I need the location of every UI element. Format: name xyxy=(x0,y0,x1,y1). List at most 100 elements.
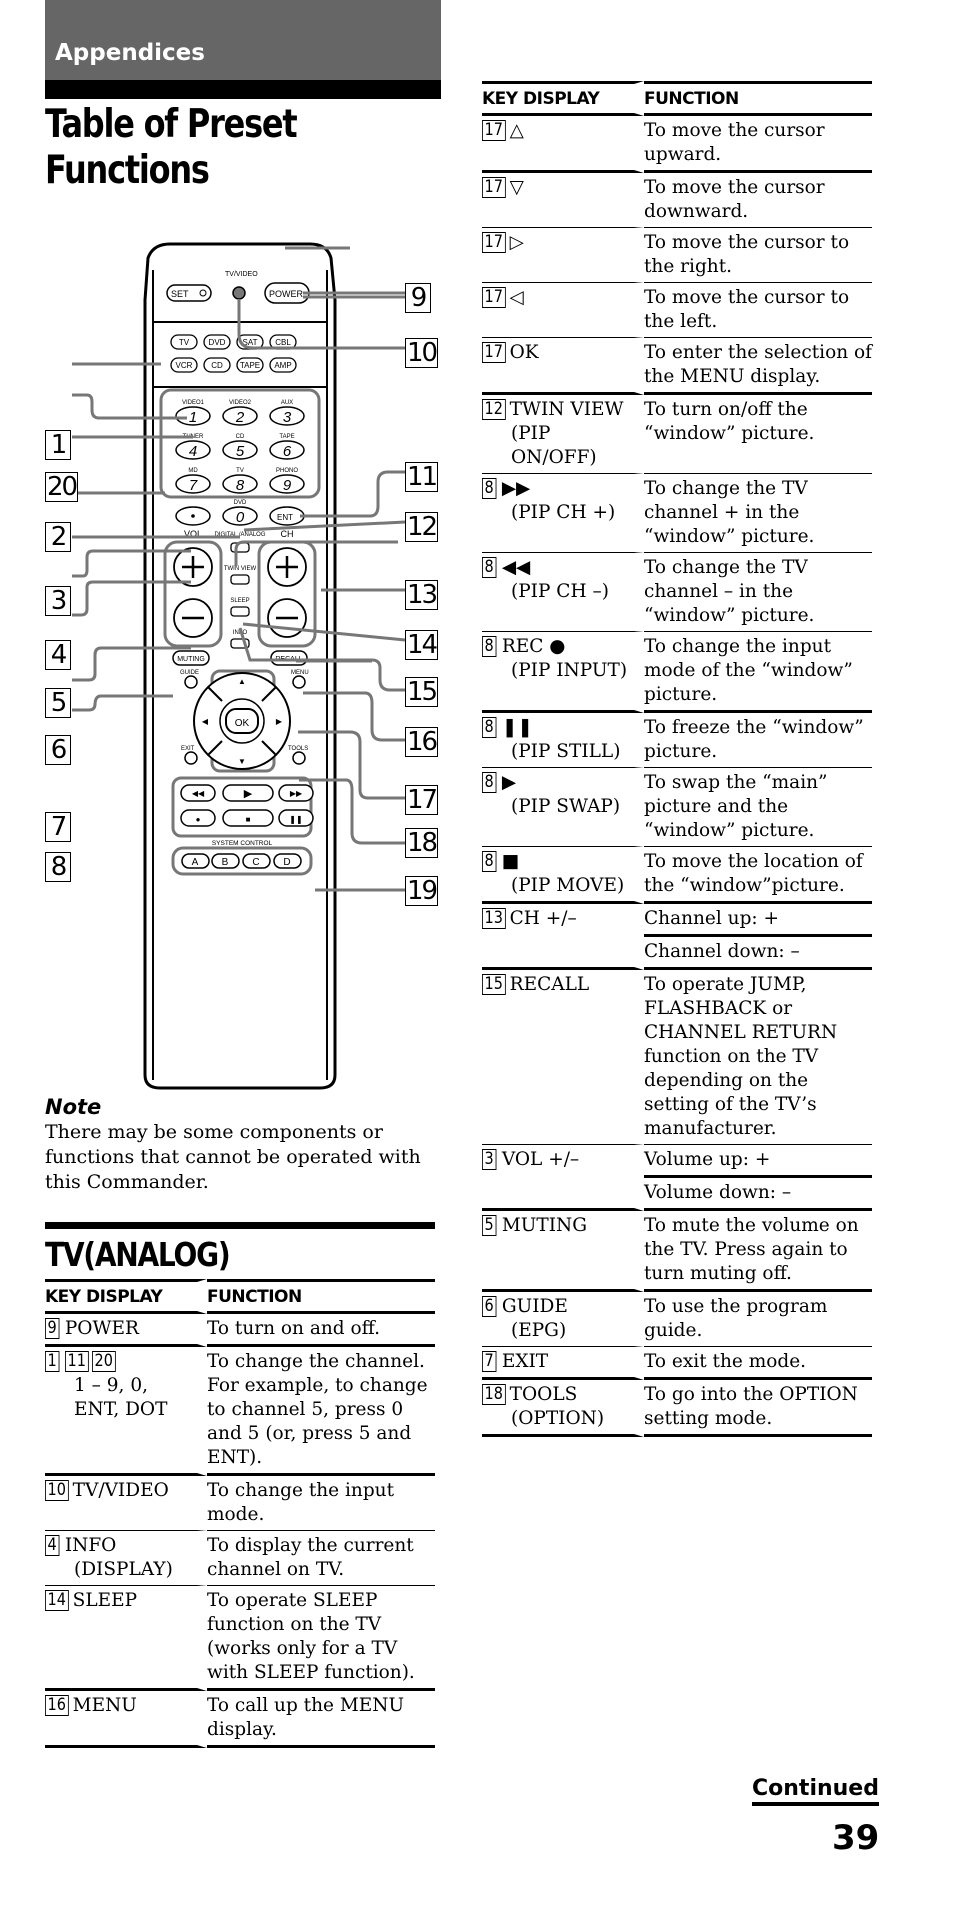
table-row: 8 ▶▶ (PIP CH +) To change the TV channel + … xyxy=(482,474,872,553)
function-text: Volume up: + xyxy=(644,1149,771,1170)
function-cell: To call up the MENU display. xyxy=(207,1691,435,1748)
callout-number-badge: 20 xyxy=(92,1351,116,1372)
function-text: To use the program guide. xyxy=(644,1296,828,1341)
callout-number-badge: 8 xyxy=(482,478,497,499)
page-number: 39 xyxy=(832,1818,880,1858)
callout-number-badge: 8 xyxy=(482,717,497,738)
key-sublabel: (PIP CH –) xyxy=(511,581,609,602)
function-text: To operate JUMP, FLASHBACK or CHANNEL RE… xyxy=(644,974,838,1139)
key-sublabel: (PIP ON/OFF) xyxy=(511,423,597,468)
callout-box-15: 15 xyxy=(405,677,438,707)
table-row: 17 ▷ To move the cursor to the right. xyxy=(482,228,872,283)
table-row: 5 MUTING To mute the volume on the TV. Pre… xyxy=(482,1211,872,1292)
callout-box-19: 19 xyxy=(405,876,438,906)
table-row: 8 REC ● (PIP INPUT) To change the input mod… xyxy=(482,632,872,713)
key-display-cell: 17 ▷ xyxy=(482,228,644,283)
function-cell: To enter the selection of the MENU displ… xyxy=(644,338,872,395)
callout-number-badge: 7 xyxy=(482,1351,497,1372)
key-label: SLEEP xyxy=(72,1590,138,1611)
key-display-cell: 17 △ xyxy=(482,116,644,173)
key-label: TOOLS xyxy=(509,1384,578,1405)
function-cell: To exit the mode. xyxy=(644,1347,872,1380)
key-label: OK xyxy=(509,342,539,363)
table-row: 6 GUIDE (EPG) To use the program guide. xyxy=(482,1292,872,1347)
callout-box-4: 4 xyxy=(45,640,71,670)
function-cell: To move the cursor to the left. xyxy=(644,283,872,338)
function-cell: To move the cursor to the right. xyxy=(644,228,872,283)
key-display-cell: 15 RECALL xyxy=(482,970,644,1145)
function-cell: To move the cursor upward. xyxy=(644,116,872,173)
key-label: ▽ xyxy=(509,177,524,198)
function-text: To move the location of the “window”pict… xyxy=(644,851,863,896)
col-header-function: FUNCTION xyxy=(644,81,872,116)
key-display-cell: 3 VOL +/– xyxy=(482,1145,644,1211)
function-text: To move the cursor to the right. xyxy=(644,232,850,277)
table-row: 18 TOOLS (OPTION) To go into the OPTION set… xyxy=(482,1380,872,1437)
table-row: 10 TV/VIDEO To change the input mode. xyxy=(45,1476,435,1531)
key-display-cell: 8 ▶ (PIP SWAP) xyxy=(482,768,644,847)
callout-number-badge: 17 xyxy=(482,287,506,308)
section-title-tv-analog: TV(ANALOG) xyxy=(45,1235,231,1274)
function-text-secondary: Volume down: – xyxy=(644,1175,872,1205)
col-header-key-display: KEY DISPLAY xyxy=(482,81,644,116)
function-text: To go into the OPTION setting mode. xyxy=(644,1384,858,1429)
callout-box-6: 6 xyxy=(45,735,71,765)
callout-number-badge: 17 xyxy=(482,232,506,253)
table-row: 17 △ To move the cursor upward. xyxy=(482,116,872,173)
function-cell: To turn on/off the “window” picture. xyxy=(644,395,872,474)
key-label: VOL +/– xyxy=(501,1149,580,1170)
function-text: To change the input mode of the “window”… xyxy=(644,636,853,705)
key-sublabel: (DISPLAY) xyxy=(74,1559,173,1580)
key-display-cell: 1 11 20 1 – 9, 0, ENT, DOT xyxy=(45,1347,207,1476)
function-text: To change the TV channel – in the “windo… xyxy=(644,557,815,626)
callout-number-badge: 17 xyxy=(482,120,506,141)
function-cell: To turn on and off. xyxy=(207,1314,435,1347)
callout-box-10: 10 xyxy=(405,338,438,368)
function-cell: To use the program guide. xyxy=(644,1292,872,1347)
function-text: Channel up: + xyxy=(644,908,780,929)
key-display-cell: 8 ❚❚ (PIP STILL) xyxy=(482,713,644,768)
key-label: ◁ xyxy=(509,287,524,308)
table-row: 16 MENU To call up the MENU display. xyxy=(45,1691,435,1748)
key-label: RECALL xyxy=(509,974,590,995)
function-cell: To operate SLEEP function on the TV (wor… xyxy=(207,1586,435,1691)
key-label: POWER xyxy=(64,1318,139,1339)
callout-box-12: 12 xyxy=(405,512,438,542)
table-row: 12 TWIN VIEW (PIP ON/OFF) To turn on/off th… xyxy=(482,395,872,474)
table-row: 1 11 20 1 – 9, 0, ENT, DOT To change the cha… xyxy=(45,1347,435,1476)
function-text: To change the channel. For example, to c… xyxy=(207,1351,428,1468)
key-display-cell: 17 ◁ xyxy=(482,283,644,338)
function-text: To change the input mode. xyxy=(207,1480,395,1525)
key-display-cell: 13 CH +/– xyxy=(482,904,644,970)
function-cell: Channel up: + Channel down: – xyxy=(644,904,872,970)
key-display-cell: 17 OK xyxy=(482,338,644,395)
key-display-cell: 12 TWIN VIEW (PIP ON/OFF) xyxy=(482,395,644,474)
callout-box-11: 11 xyxy=(405,462,438,492)
function-cell: To move the cursor downward. xyxy=(644,173,872,228)
table-row: 15 RECALL To operate JUMP, FLASHBACK or CH… xyxy=(482,970,872,1145)
callout-box-7: 7 xyxy=(45,812,71,842)
callout-box-14: 14 xyxy=(405,630,438,660)
function-text: To swap the “main” picture and the “wind… xyxy=(644,772,828,841)
function-cell: To change the TV channel – in the “windo… xyxy=(644,553,872,632)
callout-number-badge: 14 xyxy=(45,1590,69,1611)
key-display-cell: 8 ■ (PIP MOVE) xyxy=(482,847,644,904)
callout-number-badge: 17 xyxy=(482,177,506,198)
function-cell: To freeze the “window” picture. xyxy=(644,713,872,768)
table-row: 8 ■ (PIP MOVE) To move the location of the … xyxy=(482,847,872,904)
table-row: 13 CH +/– Channel up: + Channel down: – xyxy=(482,904,872,970)
table-row: 17 OK To enter the selection of the MENU d… xyxy=(482,338,872,395)
key-display-cell: 5 MUTING xyxy=(482,1211,644,1292)
function-cell: To go into the OPTION setting mode. xyxy=(644,1380,872,1437)
function-text: To call up the MENU display. xyxy=(207,1695,405,1740)
continued-label: Continued xyxy=(752,1776,879,1806)
function-text: To display the current channel on TV. xyxy=(207,1535,414,1580)
function-cell: To change the TV channel + in the “windo… xyxy=(644,474,872,553)
function-text-secondary: Channel down: – xyxy=(644,934,872,964)
note-body: There may be some components or function… xyxy=(45,1121,421,1193)
callout-number-badge: 4 xyxy=(45,1535,60,1556)
callout-box-16: 16 xyxy=(405,727,438,757)
col-header-function: FUNCTION xyxy=(207,1279,435,1314)
function-text: To turn on and off. xyxy=(207,1318,381,1339)
callout-number-badge: 8 xyxy=(482,557,497,578)
